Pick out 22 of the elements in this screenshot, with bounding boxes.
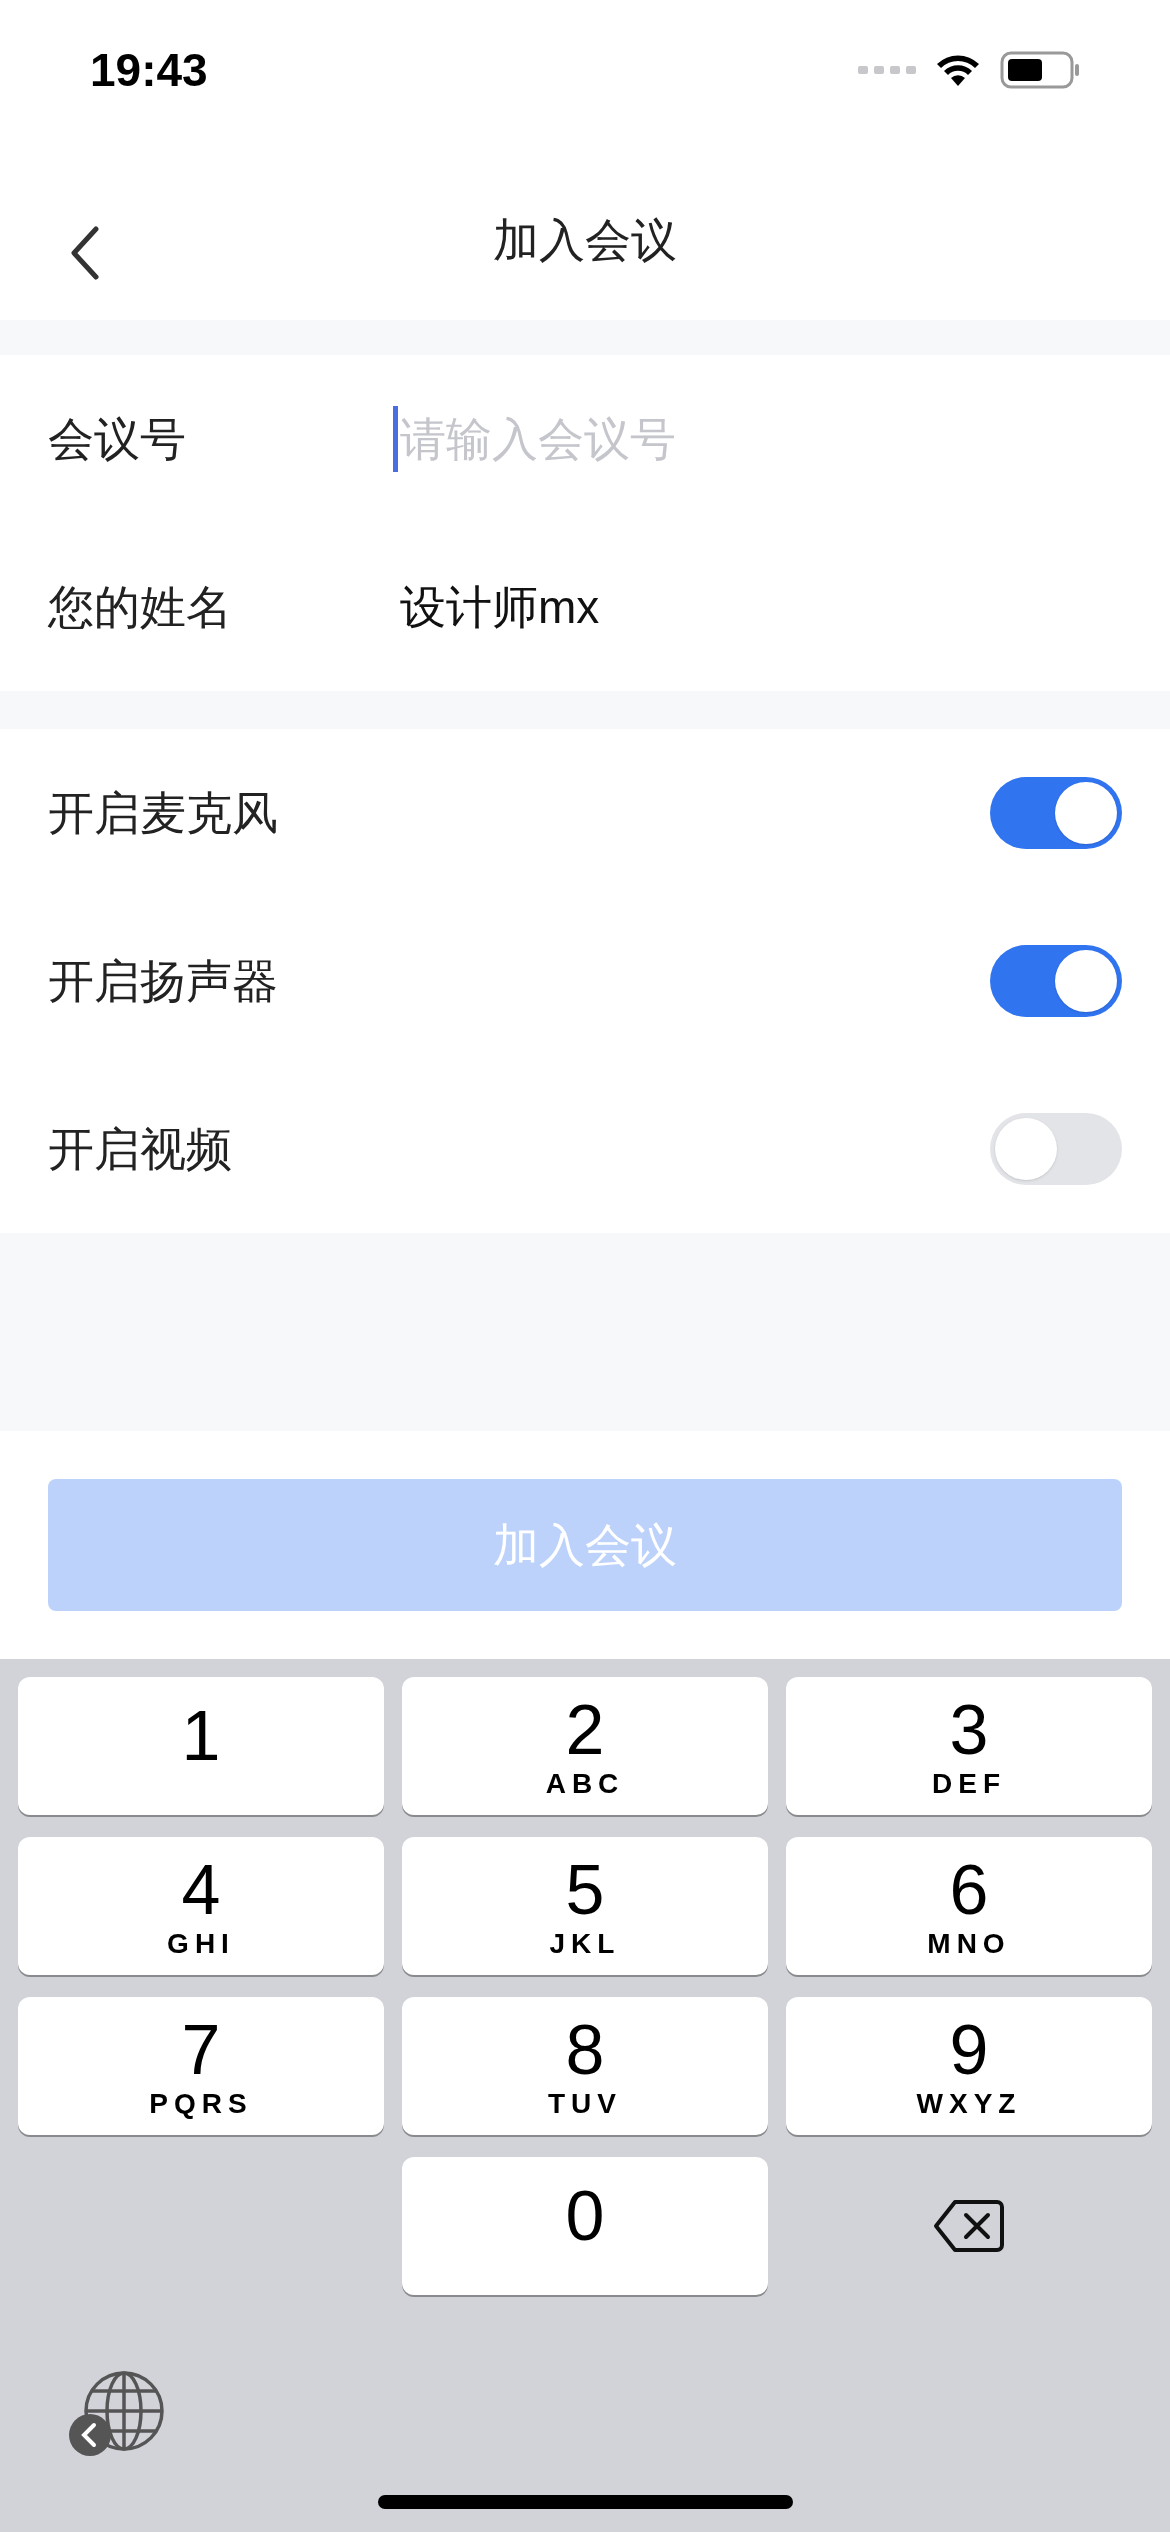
keypad-key[interactable]: 1 (18, 1677, 384, 1815)
toggle-label: 开启扬声器 (48, 953, 278, 1009)
field-label: 会议号 (48, 411, 187, 467)
status-time: 19:43 (90, 42, 208, 98)
battery-icon (1000, 51, 1080, 89)
keypad-key[interactable]: 7 PQRS (18, 1997, 384, 2135)
keypad-key[interactable]: 6 MNO (786, 1837, 1152, 1975)
keypad-key[interactable]: 4 GHI (18, 1837, 384, 1975)
input-field[interactable]: 请输入会议号 (399, 404, 1122, 474)
keypad-key[interactable]: 9 WXYZ (786, 1997, 1152, 2135)
backspace-icon (933, 2198, 1005, 2254)
keypad-key[interactable]: 3 DEF (786, 1677, 1152, 1815)
keypad-key[interactable]: 5 JKL (402, 1837, 768, 1975)
keypad-key[interactable]: 0 (402, 2157, 768, 2295)
page-title: 加入会议 (493, 212, 677, 268)
input-field[interactable]: 设计师mx (399, 572, 1122, 642)
signal-icon (858, 64, 916, 76)
keypad-key[interactable]: 8 TUV (402, 1997, 768, 2135)
toggle-label: 开启视频 (48, 1121, 232, 1177)
keypad-key[interactable]: 2 ABC (402, 1677, 768, 1815)
toggle-label: 开启麦克风 (48, 785, 278, 841)
field-label: 您的姓名 (48, 579, 233, 635)
